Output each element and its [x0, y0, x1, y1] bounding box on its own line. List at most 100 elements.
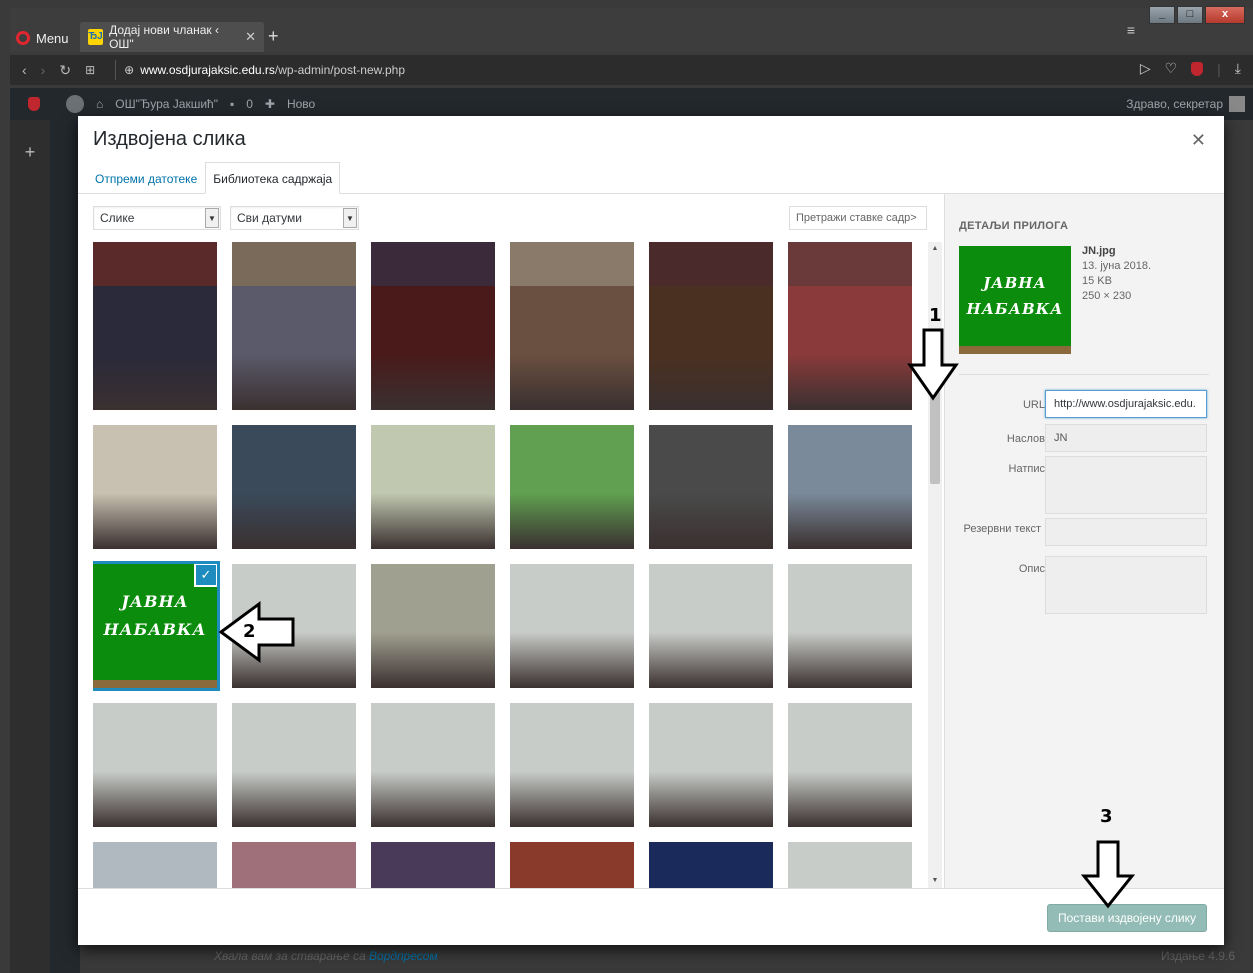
divider: [959, 374, 1209, 375]
back-icon[interactable]: ‹: [22, 62, 27, 78]
media-thumbnail[interactable]: [232, 842, 356, 888]
plus-icon[interactable]: ✚: [265, 97, 275, 111]
details-heading: Детаљи прилога: [959, 220, 1069, 232]
site-name[interactable]: ОШ"Ђура Јакшић": [115, 97, 218, 111]
window-controls: _ □ x: [1149, 6, 1245, 24]
media-thumbnail[interactable]: [93, 703, 217, 827]
media-thumbnail[interactable]: [649, 842, 773, 888]
speed-dial-icon[interactable]: ⊞: [85, 63, 95, 77]
modal-title: Издвојена слика: [93, 128, 246, 150]
heart-icon[interactable]: ♡: [1165, 60, 1178, 77]
url-field[interactable]: http://www.osdjurajaksic.edu.: [1045, 390, 1207, 418]
globe-icon: ⊕: [124, 63, 135, 77]
filename: JN.jpg: [1082, 245, 1116, 257]
media-thumbnail[interactable]: [649, 564, 773, 688]
media-thumbnail[interactable]: [371, 703, 495, 827]
version-text: Издање 4.9.6: [1161, 949, 1235, 963]
modal-tabs: Отпреми датотеке Библиотека садржаја: [78, 162, 1224, 194]
tab-media-library[interactable]: Библиотека садржаја: [205, 162, 341, 194]
media-thumbnail[interactable]: [371, 564, 495, 688]
tab-menu-icon[interactable]: ≡: [1127, 22, 1135, 38]
details-meta: JN.jpg 13. јуна 2018. 15 KB 250 × 230: [1082, 244, 1151, 304]
close-icon[interactable]: ✕: [1191, 130, 1206, 151]
alt-text-field[interactable]: [1045, 518, 1207, 546]
checkmark-icon[interactable]: ✓: [194, 564, 217, 587]
forward-icon[interactable]: ›: [41, 62, 46, 78]
download-icon[interactable]: ⤓: [1235, 60, 1241, 77]
scroll-down-icon[interactable]: ▼: [928, 874, 942, 888]
file-size: 15 KB: [1082, 275, 1112, 287]
site-favicon-icon: ЂЈ: [88, 29, 104, 45]
comments-icon[interactable]: ▪: [230, 97, 234, 111]
wordpress-logo-icon[interactable]: [66, 95, 84, 113]
media-thumbnail[interactable]: [788, 842, 912, 888]
media-thumbnail[interactable]: [371, 286, 495, 410]
media-thumbnail[interactable]: [371, 842, 495, 888]
reload-icon[interactable]: ↻: [59, 62, 71, 79]
media-thumbnail[interactable]: [232, 703, 356, 827]
media-grid: ЈАВНА НАБАВКА ✓: [93, 242, 928, 888]
description-field[interactable]: [1045, 556, 1207, 614]
media-thumbnail[interactable]: [510, 703, 634, 827]
avatar[interactable]: [1229, 96, 1245, 112]
details-thumbnail: ЈАВНА НАБАВКА: [959, 246, 1071, 354]
minimize-button[interactable]: _: [1149, 6, 1175, 24]
media-thumbnail[interactable]: [510, 564, 634, 688]
grid-scrollbar[interactable]: ▲ ▼: [928, 242, 942, 888]
close-tab-icon[interactable]: ✕: [245, 29, 256, 45]
media-toolbar: Слике ▼ Сви датуми ▼ Претражи ставке сад…: [93, 206, 943, 230]
maximize-button[interactable]: □: [1177, 6, 1203, 24]
filter-date-select[interactable]: Сви датуми ▼: [230, 206, 359, 230]
annotation-label: 3: [1100, 806, 1113, 827]
scroll-up-icon[interactable]: ▲: [928, 242, 942, 256]
media-thumbnail[interactable]: [93, 286, 217, 410]
address-bar: ‹ › ↻ ⊞ ⊕ www.osdjurajaksic.edu.rs/wp-ad…: [10, 55, 1253, 85]
greeting[interactable]: Здраво, секретар: [1126, 97, 1223, 111]
media-thumbnail[interactable]: [93, 425, 217, 549]
media-thumbnail[interactable]: [232, 425, 356, 549]
media-thumbnail[interactable]: [788, 425, 912, 549]
media-thumbnail[interactable]: [649, 425, 773, 549]
media-modal: Издвојена слика ✕ Отпреми датотеке Библи…: [78, 116, 1224, 945]
media-thumbnail[interactable]: [510, 842, 634, 888]
wordpress-link[interactable]: Вордпресом: [369, 949, 438, 963]
media-thumbnail[interactable]: [510, 286, 634, 410]
annotation-label: 1: [929, 305, 942, 326]
comments-count: 0: [246, 97, 253, 111]
media-thumbnail[interactable]: [371, 425, 495, 549]
add-panel-icon[interactable]: +: [10, 142, 50, 163]
caption-field[interactable]: [1045, 456, 1207, 514]
set-featured-image-button[interactable]: Постави издвојену слику: [1047, 904, 1207, 932]
opera-menu-button[interactable]: Menu: [16, 28, 69, 48]
attachment-details: Детаљи прилога ЈАВНА НАБАВКА JN.jpg 13. …: [944, 194, 1224, 888]
media-thumbnail[interactable]: [649, 286, 773, 410]
new-tab-icon[interactable]: +: [268, 26, 279, 47]
media-thumbnail[interactable]: [232, 286, 356, 410]
media-thumbnail[interactable]: [649, 703, 773, 827]
upload-date: 13. јуна 2018.: [1082, 260, 1152, 272]
annotation-label: 2: [243, 621, 256, 642]
tab-upload-files[interactable]: Отпреми датотеке: [87, 162, 205, 194]
media-thumbnail[interactable]: [510, 425, 634, 549]
opera-logo-icon: [16, 31, 30, 45]
screen: { "browser": { "menu_label": "Menu", "ta…: [0, 0, 1253, 973]
send-icon[interactable]: ▷: [1140, 60, 1151, 77]
url-field[interactable]: ⊕ www.osdjurajaksic.edu.rs/wp-admin/post…: [115, 60, 405, 80]
media-thumbnail-selected[interactable]: ЈАВНА НАБАВКА ✓: [93, 561, 220, 691]
media-thumbnail[interactable]: [788, 564, 912, 688]
title-field[interactable]: JN: [1045, 424, 1207, 452]
browser-tab[interactable]: ЂЈ Додај нови чланак ‹ ОШ" ✕: [80, 22, 264, 52]
browser-sidebar: +: [10, 120, 50, 973]
home-icon[interactable]: ⌂: [96, 97, 103, 111]
wp-admin-menu: [50, 120, 80, 973]
ublock-sidebar-icon[interactable]: [28, 97, 40, 111]
scroll-thumb[interactable]: [930, 364, 940, 484]
media-thumbnail[interactable]: [788, 703, 912, 827]
media-thumbnail[interactable]: [788, 286, 912, 410]
filter-type-select[interactable]: Слике ▼: [93, 206, 221, 230]
search-input[interactable]: Претражи ставке садр>: [789, 206, 927, 230]
new-menu[interactable]: Ново: [287, 97, 315, 111]
ublock-icon[interactable]: [1191, 61, 1204, 76]
close-window-button[interactable]: x: [1205, 6, 1245, 24]
media-thumbnail[interactable]: [93, 842, 217, 888]
